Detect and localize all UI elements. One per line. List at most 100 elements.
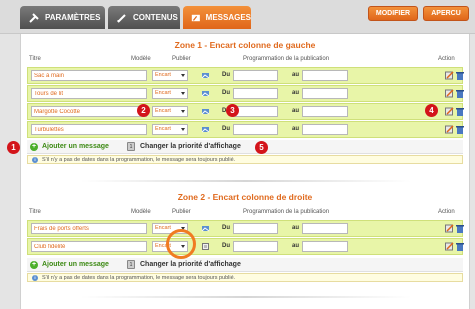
zone2-info-note: i S'il n'y a pas de dates dans la progra… (27, 273, 463, 282)
model-select[interactable]: Encart (152, 124, 188, 135)
date-from-input[interactable] (233, 241, 278, 252)
edit-icon[interactable] (445, 224, 454, 233)
edit-icon[interactable] (445, 107, 454, 116)
trash-icon[interactable] (456, 107, 464, 116)
trash-icon[interactable] (456, 242, 464, 251)
zone2-table-header: Titre Modèle Publier Programmation de la… (27, 209, 463, 219)
date-from-label: Du (222, 72, 230, 78)
date-from-input[interactable] (233, 124, 278, 135)
info-text: S'il n'y a pas de dates dans la programm… (42, 157, 236, 163)
change-priority-link[interactable]: Changer la priorité d'affichage (140, 143, 241, 150)
edit-icon[interactable] (445, 242, 454, 251)
model-select[interactable]: Encart (152, 106, 188, 117)
model-select[interactable]: Encart (152, 70, 188, 81)
annotation-marker-2: 2 (137, 104, 150, 117)
tab-parametres-label: PARAMÈTRES (45, 13, 101, 22)
zone-divider (81, 296, 411, 298)
trash-icon[interactable] (456, 89, 464, 98)
trash-icon[interactable] (456, 71, 464, 80)
message-title-input[interactable] (31, 223, 147, 234)
header-publier: Publier (172, 209, 191, 215)
header-titre: Titre (29, 56, 41, 62)
date-to-input[interactable] (302, 70, 348, 81)
message-title-input[interactable] (31, 88, 147, 99)
date-to-label: au (292, 72, 300, 78)
trash-icon[interactable] (456, 224, 464, 233)
date-from-label: Du (222, 225, 230, 231)
publish-icon[interactable] (201, 125, 210, 134)
tab-messages-label: MESSAGES (205, 13, 251, 22)
info-text: S'il n'y a pas de dates dans la programm… (42, 275, 236, 281)
zone1-table-header: Titre Modèle Publier Programmation de la… (27, 56, 463, 66)
date-to-input[interactable] (302, 124, 348, 135)
table-row: Encart Du au (27, 220, 464, 237)
message-title-input[interactable] (31, 70, 147, 81)
header-action: Action (438, 56, 455, 62)
table-row: Encart Du au (27, 67, 464, 84)
date-to-label: au (292, 225, 300, 231)
date-from-input[interactable] (233, 70, 278, 81)
header-titre: Titre (29, 209, 41, 215)
date-to-input[interactable] (302, 223, 348, 234)
date-from-input[interactable] (233, 88, 278, 99)
header-modele: Modèle (131, 56, 151, 62)
info-icon: i (32, 157, 38, 163)
date-from-label: Du (222, 243, 230, 249)
publish-icon[interactable] (201, 89, 210, 98)
date-to-input[interactable] (302, 88, 348, 99)
zone1-actions-bar: + Ajouter un message 1 Changer la priori… (27, 140, 463, 154)
zone1-title: Zone 1 - Encart colonne de gauche (174, 40, 316, 50)
zone2-title: Zone 2 - Encart colonne de droite (177, 192, 313, 202)
info-icon: i (32, 275, 38, 281)
add-icon[interactable]: + (30, 143, 38, 151)
apercu-button[interactable]: APERCU (423, 6, 469, 21)
modifier-button[interactable]: MODIFIER (368, 6, 418, 21)
table-row: Encart Du au (27, 85, 464, 102)
table-row: Encart Du au (27, 121, 464, 138)
unpublished-icon[interactable] (201, 242, 210, 251)
date-to-label: au (292, 126, 300, 132)
date-to-input[interactable] (302, 241, 348, 252)
priority-icon[interactable]: 1 (127, 260, 135, 269)
message-title-input[interactable] (31, 106, 147, 117)
messages-panel: Zone 1 - Encart colonne de gauche Titre … (20, 34, 470, 309)
date-from-label: Du (222, 126, 230, 132)
header-programmation: Programmation de la publication (243, 56, 330, 62)
tab-contenus[interactable]: CONTENUS (108, 6, 180, 29)
change-priority-link[interactable]: Changer la priorité d'affichage (140, 261, 241, 268)
zone2-actions-bar: + Ajouter un message 1 Changer la priori… (27, 258, 463, 272)
tab-messages[interactable]: MESSAGES (183, 6, 251, 29)
add-icon[interactable]: + (30, 261, 38, 269)
publish-icon[interactable] (201, 224, 210, 233)
annotation-marker-4: 4 (425, 104, 438, 117)
tab-contenus-label: CONTENUS (133, 13, 178, 22)
edit-icon[interactable] (445, 71, 454, 80)
header-modele: Modèle (131, 209, 151, 215)
header-publier: Publier (172, 56, 191, 62)
annotation-marker-1: 1 (7, 141, 20, 154)
model-select[interactable]: Encart (152, 88, 188, 99)
date-from-label: Du (222, 90, 230, 96)
tools-icon (29, 12, 39, 23)
header-action: Action (438, 209, 455, 215)
publish-icon[interactable] (201, 107, 210, 116)
edit-icon[interactable] (445, 89, 454, 98)
pencil-icon (117, 13, 126, 23)
annotation-marker-3: 3 (226, 104, 239, 117)
date-to-label: au (292, 90, 300, 96)
date-from-input[interactable] (233, 223, 278, 234)
highlight-ring (166, 229, 196, 259)
priority-icon[interactable]: 1 (127, 142, 135, 151)
date-from-input[interactable] (233, 106, 278, 117)
add-message-link[interactable]: Ajouter un message (42, 261, 109, 268)
date-to-input[interactable] (302, 106, 348, 117)
message-title-input[interactable] (31, 124, 147, 135)
tab-parametres[interactable]: PARAMÈTRES (20, 6, 105, 29)
edit-icon[interactable] (445, 125, 454, 134)
trash-icon[interactable] (456, 125, 464, 134)
header-programmation: Programmation de la publication (243, 209, 330, 215)
message-icon (191, 14, 200, 21)
message-title-input[interactable] (31, 241, 147, 252)
publish-icon[interactable] (201, 71, 210, 80)
add-message-link[interactable]: Ajouter un message (42, 143, 109, 150)
